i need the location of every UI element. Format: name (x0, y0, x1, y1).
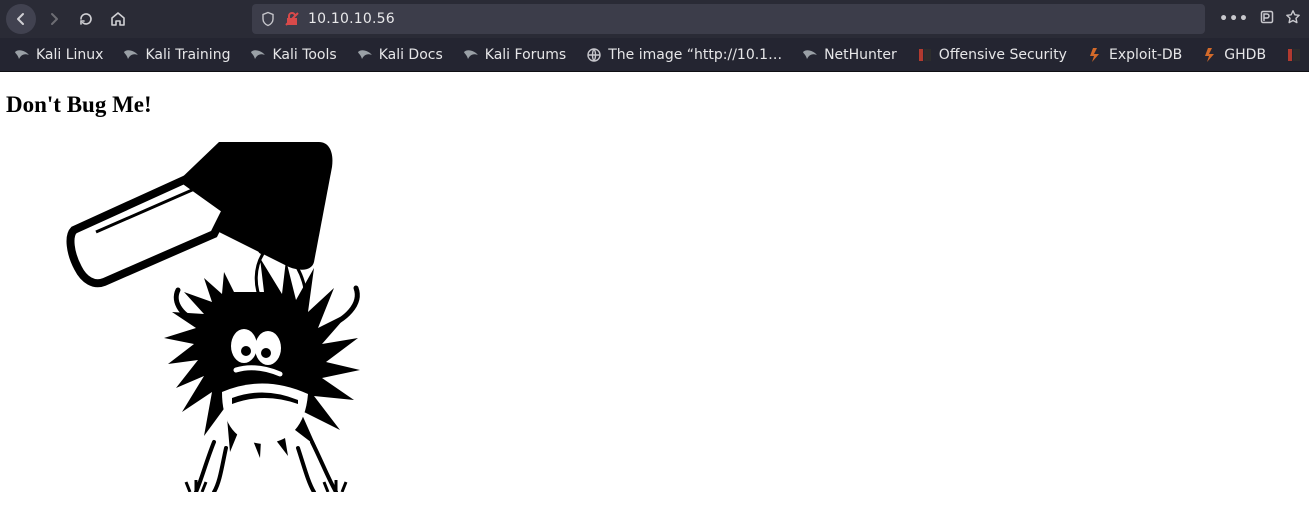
bookmark-ghdb[interactable]: GHDB (1196, 43, 1272, 67)
bookmark-nethunter[interactable]: NetHunter (796, 43, 903, 67)
page-content: Don't Bug Me! (0, 72, 1309, 492)
dragon-icon (250, 47, 266, 63)
reload-button[interactable] (72, 5, 100, 33)
dragon-icon (357, 47, 373, 63)
bookmark-star-icon[interactable] (1285, 9, 1301, 29)
home-button[interactable] (104, 5, 132, 33)
offsec-icon (917, 47, 933, 63)
bookmark-kali-linux[interactable]: Kali Linux (8, 43, 109, 67)
page-action-icons: ••• (1219, 9, 1301, 29)
bookmark-label: GHDB (1224, 47, 1266, 63)
bookmark-label: Exploit-DB (1109, 47, 1182, 63)
dragon-icon (463, 47, 479, 63)
dragon-icon (14, 47, 30, 63)
dragon-icon (123, 47, 139, 63)
bookmark-label: Kali Forums (485, 47, 566, 63)
bookmark-exploit-db[interactable]: Exploit-DB (1081, 43, 1188, 67)
page-actions-icon[interactable]: ••• (1219, 11, 1249, 27)
bookmarks-bar: Kali Linux Kali Training Kali Tools Kali… (0, 38, 1309, 72)
bookmark-msfu[interactable]: MSFU (1280, 43, 1309, 67)
bookmark-image-tab[interactable]: The image “http://10.1… (580, 43, 788, 67)
bookmark-label: Offensive Security (939, 47, 1067, 63)
bookmark-label: Kali Tools (272, 47, 336, 63)
bookmark-kali-docs[interactable]: Kali Docs (351, 43, 449, 67)
back-button[interactable] (6, 4, 36, 34)
dragon-icon (802, 47, 818, 63)
bookmark-label: Kali Docs (379, 47, 443, 63)
bookmark-kali-forums[interactable]: Kali Forums (457, 43, 572, 67)
bolt-icon (1087, 47, 1103, 63)
bolt-icon (1202, 47, 1218, 63)
nav-toolbar: 10.10.10.56 ••• (0, 0, 1309, 38)
bookmark-label: NetHunter (824, 47, 897, 63)
url-text[interactable]: 10.10.10.56 (308, 11, 1197, 27)
page-heading: Don't Bug Me! (6, 92, 1303, 118)
tracking-shield-icon[interactable] (260, 11, 276, 27)
bug-image (64, 142, 459, 492)
url-bar[interactable]: 10.10.10.56 (252, 4, 1205, 34)
forward-button[interactable] (40, 5, 68, 33)
bookmark-offensive-security[interactable]: Offensive Security (911, 43, 1073, 67)
insecure-connection-icon[interactable] (284, 11, 300, 27)
bookmark-label: The image “http://10.1… (608, 47, 782, 63)
reader-mode-icon[interactable] (1259, 9, 1275, 29)
bookmark-kali-training[interactable]: Kali Training (117, 43, 236, 67)
offsec-icon (1286, 47, 1302, 63)
globe-icon (586, 47, 602, 63)
bookmark-label: Kali Training (145, 47, 230, 63)
bookmark-kali-tools[interactable]: Kali Tools (244, 43, 342, 67)
bookmark-label: Kali Linux (36, 47, 103, 63)
